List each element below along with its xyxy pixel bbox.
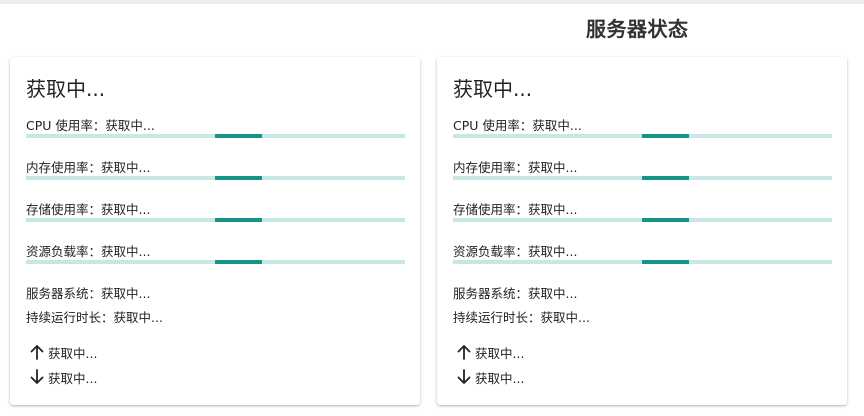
upload-speed-value: 获取中... [475,345,525,361]
server-card-2: 获取中... CPU 使用率：获取中... 内存使用率：获取中... 存储使用率… [437,57,847,405]
server-uptime: 持续运行时长：获取中... [453,310,590,325]
storage-progress-indicator [642,218,689,222]
cpu-usage-label: CPU 使用率：获取中... [453,118,582,133]
arrow-up-icon [457,345,471,360]
download-speed-value: 获取中... [48,370,98,386]
storage-progress-bar [26,218,405,222]
load-progress-indicator [215,260,262,264]
memory-usage-label: 内存使用率：获取中... [26,160,151,175]
storage-progress-indicator [215,218,262,222]
cpu-progress-bar [26,134,405,138]
server-uptime: 持续运行时长：获取中... [26,310,163,325]
upload-speed: 获取中... [30,343,97,361]
memory-progress-indicator [215,176,262,180]
load-progress-bar [26,260,405,264]
arrow-up-icon [30,345,44,360]
top-bar [0,0,864,4]
load-progress-indicator [642,260,689,264]
load-progress-bar [453,260,832,264]
upload-speed-value: 获取中... [48,345,98,361]
memory-progress-bar [453,176,832,180]
download-speed: 获取中... [30,368,97,386]
page-title: 服务器状态 [586,17,689,41]
cpu-progress-indicator [215,134,262,138]
cpu-progress-bar [453,134,832,138]
storage-usage-label: 存储使用率：获取中... [453,202,578,217]
memory-usage-label: 内存使用率：获取中... [453,160,578,175]
memory-progress-bar [26,176,405,180]
load-rate-label: 资源负载率：获取中... [453,244,578,259]
server-system: 服务器系统：获取中... [26,286,151,301]
load-rate-label: 资源负载率：获取中... [26,244,151,259]
cpu-progress-indicator [642,134,689,138]
server-system: 服务器系统：获取中... [453,286,578,301]
upload-speed: 获取中... [457,343,524,361]
storage-usage-label: 存储使用率：获取中... [26,202,151,217]
download-speed-value: 获取中... [475,370,525,386]
arrow-down-icon [30,369,44,384]
download-speed: 获取中... [457,368,524,386]
server-title: 获取中... [453,77,533,101]
arrow-down-icon [457,369,471,384]
cpu-usage-label: CPU 使用率：获取中... [26,118,155,133]
storage-progress-bar [453,218,832,222]
server-card-1: 获取中... CPU 使用率：获取中... 内存使用率：获取中... 存储使用率… [10,57,420,405]
server-title: 获取中... [26,77,106,101]
memory-progress-indicator [642,176,689,180]
